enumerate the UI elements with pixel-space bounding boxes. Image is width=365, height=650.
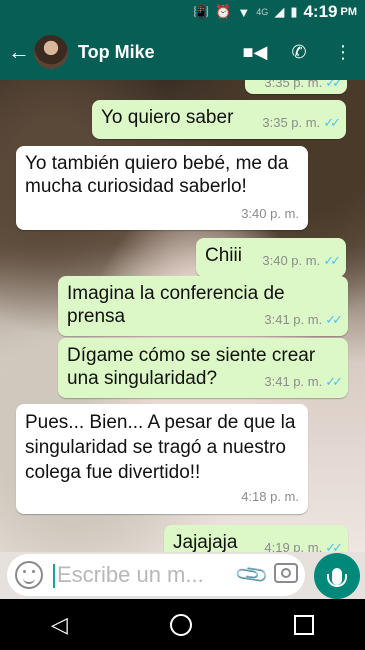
message-bubble[interactable]: Pues... Bien... A pesar de que la singul… <box>16 404 308 514</box>
read-receipt-icon: ✓✓ <box>325 540 343 552</box>
vibrate-icon: 📳 <box>193 4 210 19</box>
system-nav-bar: ◁ <box>0 599 365 650</box>
emoji-icon[interactable] <box>15 561 43 589</box>
alarm-icon: ⏰ <box>215 4 232 19</box>
avatar[interactable] <box>34 35 68 69</box>
status-time: 4:19 <box>303 2 338 21</box>
network-type: 4G <box>256 7 269 17</box>
read-receipt-icon: ✓✓ <box>325 80 343 90</box>
message-text: Pues... Bien... A pesar de que la singul… <box>25 412 296 483</box>
chat-header: ← Top Mike ■◀ ✆ ⋮ <box>0 24 365 80</box>
status-ampm: PM <box>340 6 358 18</box>
message-time: 3:40 p. m. <box>262 253 321 268</box>
message-bubble[interactable]: Yo también quiero bebé, me da mucha curi… <box>16 146 308 230</box>
read-receipt-icon: ✓✓ <box>325 374 343 389</box>
message-time: 4:19 p. m. <box>264 540 323 552</box>
message-bubble[interactable]: Yo quiero saber 3:35 p. m. ✓✓ <box>92 100 346 139</box>
message-time: 3:35 p. m. <box>262 115 321 130</box>
message-bubble[interactable]: Chiii 3:40 p. m. ✓✓ <box>196 238 346 277</box>
message-text: Yo quiero saber <box>101 107 234 128</box>
message-time: 3:41 p. m. <box>264 374 323 389</box>
more-options-icon[interactable]: ⋮ <box>321 42 365 63</box>
message-text: Chiii <box>205 245 242 266</box>
nav-back-icon[interactable]: ◁ <box>51 612 68 638</box>
message-time: 3:41 p. m. <box>264 312 323 327</box>
contact-name[interactable]: Top Mike <box>78 42 233 63</box>
nav-home-icon[interactable] <box>169 613 192 636</box>
video-call-icon[interactable]: ■◀ <box>233 42 277 63</box>
camera-icon[interactable] <box>267 562 305 588</box>
message-input-container: Escribe un m... 📎 <box>7 554 305 596</box>
text-caret <box>53 564 55 589</box>
wifi-icon: ▼ <box>237 4 251 20</box>
message-bubble[interactable]: Jajajaja 4:19 p. m. ✓✓ <box>164 525 348 552</box>
back-arrow-icon[interactable]: ← <box>6 39 32 65</box>
message-time: 4:18 p. m. <box>241 489 299 504</box>
microphone-icon <box>327 567 347 587</box>
read-receipt-icon: ✓✓ <box>323 115 341 130</box>
read-receipt-icon: ✓✓ <box>323 253 341 268</box>
message-bubble[interactable]: Imagina la conferencia de prensa 3:41 p.… <box>58 276 348 336</box>
chat-area[interactable]: 3:35 p. m. ✓✓ Yo quiero saber 3:35 p. m. ✓… <box>0 80 365 552</box>
message-bubble[interactable]: Dígame cómo se siente crear una singular… <box>58 338 348 398</box>
message-input[interactable]: Escribe un m... <box>53 561 237 589</box>
message-text: Jajajaja <box>173 532 238 552</box>
attach-icon[interactable]: 📎 <box>232 555 272 594</box>
composer-bar: Escribe un m... 📎 <box>0 552 365 599</box>
microphone-button[interactable] <box>314 553 360 599</box>
nav-recents-icon[interactable] <box>293 614 314 635</box>
message-bubble[interactable]: 3:35 p. m. ✓✓ <box>245 80 347 94</box>
message-time: 3:40 p. m. <box>241 206 299 221</box>
message-input-placeholder: Escribe un m... <box>57 561 204 587</box>
signal-icon: ◢ <box>274 4 285 19</box>
message-time: 3:35 p. m. <box>264 80 323 90</box>
read-receipt-icon: ✓✓ <box>325 312 343 327</box>
message-text: Yo también quiero bebé, me da mucha curi… <box>25 153 289 197</box>
battery-icon: ▮ <box>290 4 298 19</box>
status-bar: 📳 ⏰ ▼ 4G ◢ ▮ 4:19 PM <box>0 0 365 24</box>
phone-call-icon[interactable]: ✆ <box>277 42 321 63</box>
